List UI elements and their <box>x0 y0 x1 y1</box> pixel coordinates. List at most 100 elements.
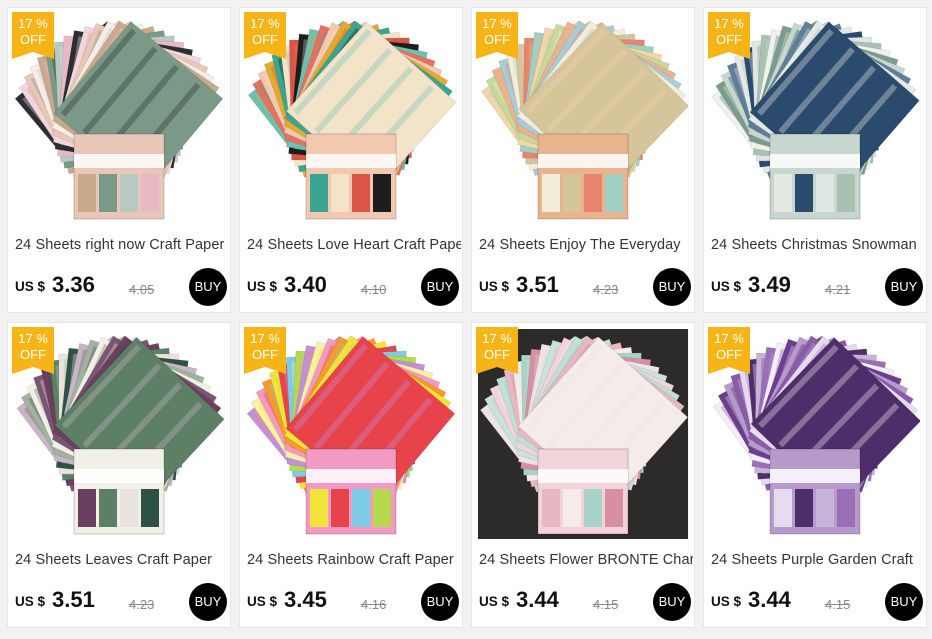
pack-swatch <box>795 489 813 527</box>
pack-label-band <box>538 154 628 168</box>
discount-badge: 17 % OFF <box>244 12 286 52</box>
original-price: 4.05 <box>129 282 155 297</box>
discount-percent: 17 % <box>250 331 280 346</box>
buy-button[interactable]: BUY <box>653 583 691 621</box>
discount-off-label: OFF <box>716 347 742 362</box>
currency-label: US $ <box>479 279 510 294</box>
product-title[interactable]: 24 Sheets Love Heart Craft Paper <box>247 237 461 253</box>
pack-swatch <box>99 489 117 527</box>
price-row: US $ 3.51 4.23 BUY <box>479 268 693 306</box>
product-card[interactable]: 17 % OFF 24 Sheets Purple Garden Craft U… <box>703 322 927 628</box>
product-title[interactable]: 24 Sheets Rainbow Craft Paper <box>247 552 461 568</box>
pack-swatch <box>310 489 328 527</box>
discount-badge-tail <box>244 367 286 374</box>
product-title[interactable]: 24 Sheets Flower BRONTE Charm <box>479 552 693 568</box>
sale-price: 3.51 <box>52 587 95 612</box>
currency-label: US $ <box>15 594 46 609</box>
pack-swatch <box>837 489 855 527</box>
product-card[interactable]: 17 % OFF 24 Sheets Christmas Snowman US … <box>703 7 927 313</box>
product-title[interactable]: 24 Sheets Purple Garden Craft <box>711 552 925 568</box>
buy-button[interactable]: BUY <box>189 583 227 621</box>
sale-price: 3.51 <box>516 272 559 297</box>
sale-price: 3.36 <box>52 272 95 297</box>
price-row: US $ 3.40 4.10 BUY <box>247 268 461 306</box>
pack-swatch <box>373 174 391 212</box>
discount-off-label: OFF <box>484 32 510 47</box>
pack-swatch <box>816 174 834 212</box>
product-title[interactable]: 24 Sheets Leaves Craft Paper <box>15 552 229 568</box>
discount-badge-tail <box>708 52 750 59</box>
product-card[interactable]: 17 % OFF 24 Sheets Flower BRONTE Charm U… <box>471 322 695 628</box>
discount-badge-tail <box>244 52 286 59</box>
pack-swatch <box>99 174 117 212</box>
buy-button[interactable]: BUY <box>885 583 923 621</box>
pack-label-band <box>74 469 164 483</box>
discount-off-label: OFF <box>252 32 278 47</box>
original-price: 4.21 <box>825 282 851 297</box>
product-card[interactable]: 17 % OFF 24 Sheets Enjoy The Everyday US… <box>471 7 695 313</box>
discount-percent: 17 % <box>18 331 48 346</box>
product-title[interactable]: 24 Sheets Enjoy The Everyday <box>479 237 693 253</box>
discount-badge-tail <box>476 52 518 59</box>
pack-swatch <box>605 489 623 527</box>
pack-swatch <box>837 174 855 212</box>
buy-button[interactable]: BUY <box>421 583 459 621</box>
product-card[interactable]: 17 % OFF 24 Sheets Leaves Craft Paper US… <box>7 322 231 628</box>
currency-label: US $ <box>247 594 278 609</box>
pack-label-band <box>306 154 396 168</box>
pack-swatch <box>542 489 560 527</box>
pack-swatch <box>563 174 581 212</box>
price-row: US $ 3.44 4.15 BUY <box>479 583 693 621</box>
pack-swatch <box>563 489 581 527</box>
price-row: US $ 3.44 4.15 BUY <box>711 583 925 621</box>
product-title[interactable]: 24 Sheets right now Craft Paper <box>15 237 229 253</box>
discount-percent: 17 % <box>714 331 744 346</box>
product-title[interactable]: 24 Sheets Christmas Snowman <box>711 237 925 253</box>
discount-percent: 17 % <box>482 16 512 31</box>
price-row: US $ 3.49 4.21 BUY <box>711 268 925 306</box>
pack-swatch <box>352 489 370 527</box>
pack-swatch <box>584 489 602 527</box>
discount-badge-tail <box>708 367 750 374</box>
original-price: 4.23 <box>129 597 155 612</box>
product-card[interactable]: 17 % OFF 24 Sheets Love Heart Craft Pape… <box>239 7 463 313</box>
discount-percent: 17 % <box>482 331 512 346</box>
pack-swatch <box>795 174 813 212</box>
original-price: 4.15 <box>593 597 619 612</box>
discount-badge-tail <box>476 367 518 374</box>
pack-swatch <box>542 174 560 212</box>
discount-badge: 17 % OFF <box>12 327 54 367</box>
discount-badge: 17 % OFF <box>12 12 54 52</box>
price-row: US $ 3.51 4.23 BUY <box>15 583 229 621</box>
original-price: 4.10 <box>361 282 387 297</box>
pack-swatch <box>774 489 792 527</box>
sale-price: 3.44 <box>748 587 791 612</box>
discount-badge: 17 % OFF <box>708 12 750 52</box>
pack-swatch <box>352 174 370 212</box>
sale-price: 3.44 <box>516 587 559 612</box>
discount-percent: 17 % <box>714 16 744 31</box>
discount-badge: 17 % OFF <box>476 327 518 367</box>
pack-swatch <box>141 489 159 527</box>
buy-button[interactable]: BUY <box>189 268 227 306</box>
discount-percent: 17 % <box>250 16 280 31</box>
pack-swatch <box>141 174 159 212</box>
buy-button[interactable]: BUY <box>885 268 923 306</box>
currency-label: US $ <box>15 279 46 294</box>
pack-swatch <box>584 174 602 212</box>
pack-label-band <box>74 154 164 168</box>
discount-percent: 17 % <box>18 16 48 31</box>
pack-swatch <box>605 174 623 212</box>
currency-label: US $ <box>247 279 278 294</box>
discount-badge: 17 % OFF <box>476 12 518 52</box>
discount-off-label: OFF <box>20 347 46 362</box>
product-card[interactable]: 17 % OFF 24 Sheets Rainbow Craft Paper U… <box>239 322 463 628</box>
buy-button[interactable]: BUY <box>421 268 459 306</box>
pack-label-band <box>770 469 860 483</box>
currency-label: US $ <box>711 279 742 294</box>
buy-button[interactable]: BUY <box>653 268 691 306</box>
pack-label-band <box>306 469 396 483</box>
pack-swatch <box>78 489 96 527</box>
product-grid: 17 % OFF 24 Sheets right now Craft Paper… <box>7 7 927 632</box>
product-card[interactable]: 17 % OFF 24 Sheets right now Craft Paper… <box>7 7 231 313</box>
